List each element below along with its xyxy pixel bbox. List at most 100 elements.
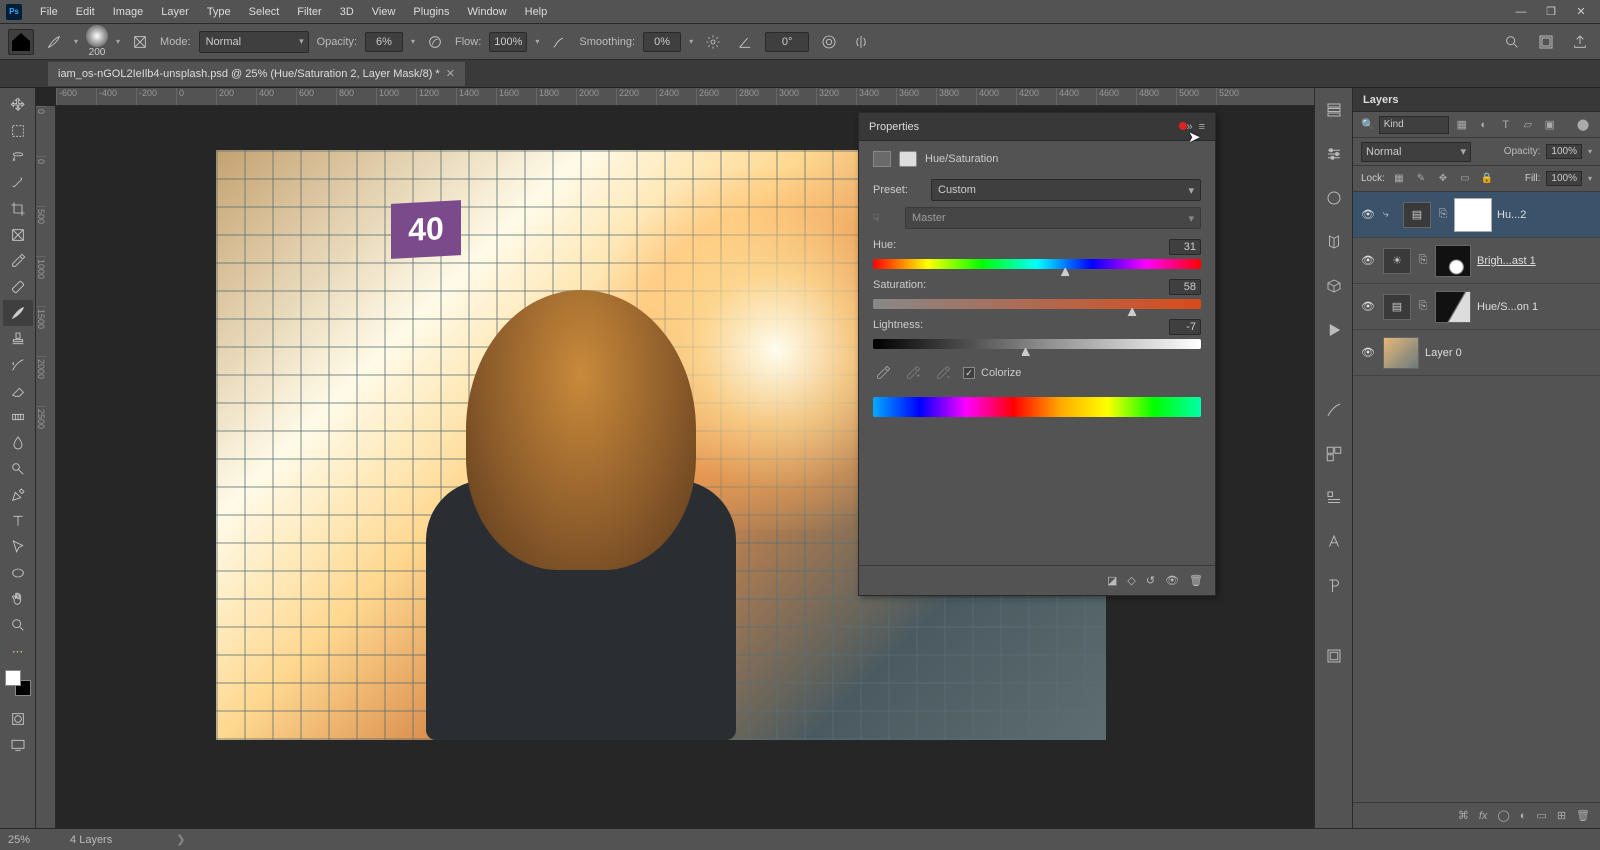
window-minimize[interactable]: — (1508, 3, 1534, 21)
history-brush-tool[interactable] (3, 352, 33, 378)
lock-all-icon[interactable]: 🔒 (1479, 171, 1495, 187)
character-icon[interactable] (1320, 528, 1348, 556)
delete-adjustment-icon[interactable]: 🗑 (1189, 574, 1203, 587)
marquee-tool[interactable] (3, 118, 33, 144)
document-tab[interactable]: iam_os-nGOL2IeIlb4-unsplash.psd @ 25% (H… (48, 62, 465, 86)
panel-header[interactable]: Properties » ≡ (859, 113, 1215, 141)
fill-field[interactable]: 100% (1546, 171, 1582, 186)
workspace-icon[interactable] (1534, 30, 1558, 54)
healing-tool[interactable] (3, 274, 33, 300)
libraries-icon[interactable] (1320, 228, 1348, 256)
hue-value[interactable]: 31 (1169, 239, 1201, 255)
gradient-tool[interactable] (3, 404, 33, 430)
airbrush-icon[interactable] (547, 30, 571, 54)
eraser-tool[interactable] (3, 378, 33, 404)
history-icon[interactable] (1320, 96, 1348, 124)
group-icon[interactable]: ▭ (1536, 809, 1546, 822)
layer-item-layer0[interactable]: 👁 Layer 0 (1353, 330, 1600, 376)
menu-file[interactable]: File (32, 3, 66, 21)
lock-position-icon[interactable]: ✥ (1435, 171, 1451, 187)
clip-to-layer-icon[interactable]: ◪ (1107, 574, 1117, 587)
quick-mask-icon[interactable] (3, 706, 33, 732)
menu-window[interactable]: Window (460, 3, 515, 21)
zoom-tool[interactable] (3, 612, 33, 638)
layer-name[interactable]: Hu...2 (1497, 209, 1526, 221)
path-select-tool[interactable] (3, 534, 33, 560)
colorize-checkbox[interactable]: ✓ Colorize (963, 367, 1021, 379)
layer-item-huesat2[interactable]: 👁 ⤷ ▤ ⎘ Hu...2 (1353, 192, 1600, 238)
filter-adjust-icon[interactable]: ◐ (1475, 116, 1493, 134)
window-close[interactable]: ✕ (1568, 3, 1594, 21)
layer-item-huesat1[interactable]: 👁 ▤ ⎘ Hue/S...on 1 (1353, 284, 1600, 330)
frame-tool[interactable] (3, 222, 33, 248)
visibility-icon[interactable]: 👁 (1359, 254, 1377, 267)
3d-icon[interactable] (1320, 272, 1348, 300)
mask-thumb[interactable] (1435, 291, 1471, 323)
properties-dock-icon[interactable] (1320, 642, 1348, 670)
move-tool[interactable] (3, 92, 33, 118)
home-button[interactable] (8, 29, 34, 55)
doc-info[interactable]: 4 Layers❯ (70, 833, 185, 846)
hue-slider[interactable] (873, 259, 1201, 269)
lightness-slider[interactable] (873, 339, 1201, 349)
blend-mode-dropdown[interactable]: Normal (199, 31, 309, 53)
layer-item-bright[interactable]: 👁 ☀ ⎘ Brigh...ast 1 (1353, 238, 1600, 284)
brush-settings-icon[interactable] (128, 30, 152, 54)
adjustment-layer-icon[interactable]: ◐ (1520, 810, 1527, 822)
mask-thumb[interactable] (1455, 199, 1491, 231)
brush-tool-preset-icon[interactable] (42, 30, 66, 54)
menu-filter[interactable]: Filter (289, 3, 329, 21)
type-tool[interactable] (3, 508, 33, 534)
window-maximize[interactable]: ❐ (1538, 3, 1564, 21)
eyedropper-tool[interactable] (3, 248, 33, 274)
blur-tool[interactable] (3, 430, 33, 456)
close-tab-icon[interactable]: ✕ (446, 67, 455, 80)
reset-icon[interactable]: ↺ (1146, 574, 1155, 587)
menu-layer[interactable]: Layer (153, 3, 197, 21)
color-swatches[interactable] (5, 670, 31, 696)
delete-layer-icon[interactable]: 🗑 (1576, 809, 1590, 822)
zoom-level[interactable]: 25% (8, 834, 30, 846)
menu-view[interactable]: View (364, 3, 404, 21)
menu-help[interactable]: Help (517, 3, 556, 21)
pressure-size-icon[interactable] (817, 30, 841, 54)
screen-mode-icon[interactable] (3, 732, 33, 758)
menu-type[interactable]: Type (199, 3, 239, 21)
visibility-icon[interactable]: 👁 (1359, 346, 1377, 359)
layer-blend-dropdown[interactable]: Normal (1361, 142, 1471, 162)
paragraph-icon[interactable] (1320, 484, 1348, 512)
saturation-slider[interactable] (873, 299, 1201, 309)
smoothing-field[interactable]: 0% (643, 32, 681, 52)
fx-icon[interactable]: fx (1479, 810, 1488, 822)
new-layer-icon[interactable]: ⊞ (1557, 809, 1566, 822)
layer-name[interactable]: Brigh...ast 1 (1477, 255, 1536, 267)
visibility-icon[interactable]: 👁 (1359, 300, 1377, 313)
preset-dropdown[interactable]: Custom (931, 179, 1201, 201)
smoothing-options-icon[interactable] (701, 30, 725, 54)
lock-pixels-icon[interactable]: ✎ (1413, 171, 1429, 187)
swatches-icon[interactable] (1320, 440, 1348, 468)
opacity-field[interactable]: 6% (365, 32, 403, 52)
eyedropper-icon[interactable] (873, 363, 893, 383)
crop-tool[interactable] (3, 196, 33, 222)
layer-name[interactable]: Layer 0 (1425, 347, 1462, 359)
pen-tool[interactable] (3, 482, 33, 508)
layer-opacity-field[interactable]: 100% (1546, 144, 1582, 159)
dodge-tool[interactable] (3, 456, 33, 482)
filter-kind-dropdown[interactable]: Kind (1379, 116, 1449, 134)
filter-toggle[interactable]: ⬤ (1574, 116, 1592, 134)
filter-smart-icon[interactable]: ▣ (1541, 116, 1559, 134)
image-thumb[interactable] (1383, 337, 1419, 369)
angle-field[interactable]: 0° (765, 32, 809, 52)
menu-edit[interactable]: Edit (68, 3, 103, 21)
layers-tab[interactable]: Layers (1353, 88, 1600, 112)
pressure-opacity-icon[interactable] (423, 30, 447, 54)
color-icon[interactable] (1320, 184, 1348, 212)
lock-nesting-icon[interactable]: ▭ (1457, 171, 1473, 187)
lightness-value[interactable]: -7 (1169, 319, 1201, 335)
menu-select[interactable]: Select (241, 3, 288, 21)
menu-plugins[interactable]: Plugins (405, 3, 457, 21)
edit-toolbar[interactable]: ⋯ (3, 638, 33, 664)
glyphs-icon[interactable] (1320, 572, 1348, 600)
symmetry-icon[interactable] (849, 30, 873, 54)
